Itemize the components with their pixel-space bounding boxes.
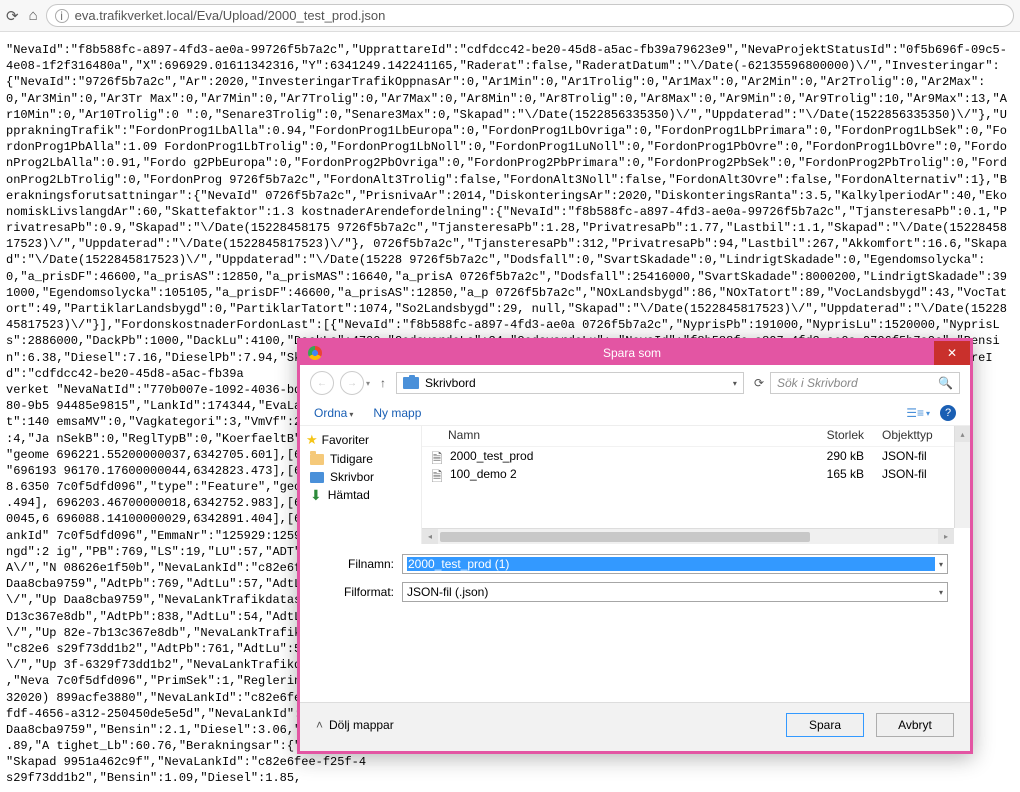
view-mode-button[interactable]: ☰≡ ▾ bbox=[906, 406, 930, 420]
site-info-icon[interactable]: i bbox=[55, 9, 69, 23]
browser-toolbar: ⟳ ⌂ i eva.trafikverket.local/Eva/Upload/… bbox=[0, 0, 1020, 32]
sidebar-item-recent[interactable]: Tidigare bbox=[300, 450, 421, 468]
download-icon: ⬇ bbox=[310, 490, 322, 501]
save-as-dialog: Spara som ✕ ← → ▾ ↑ Skrivbord ▾ ⟳ Sök i … bbox=[297, 338, 973, 754]
search-icon: 🔍 bbox=[938, 376, 953, 390]
file-icon: 🗎 bbox=[430, 448, 444, 464]
dialog-toolbar: Ordna▾ Ny mapp ☰≡ ▾ ? bbox=[300, 401, 970, 426]
desktop-icon bbox=[403, 377, 419, 389]
sidebar-item-downloads[interactable]: ⬇Hämtad bbox=[300, 486, 421, 504]
url-text: eva.trafikverket.local/Eva/Upload/2000_t… bbox=[75, 8, 386, 23]
close-button[interactable]: ✕ bbox=[934, 341, 970, 365]
nav-back-button[interactable]: ← bbox=[310, 371, 334, 395]
file-row[interactable]: 🗎 2000_test_prod 290 kB JSON-fil bbox=[422, 447, 970, 465]
file-icon: 🗎 bbox=[430, 466, 444, 482]
hide-folders-toggle[interactable]: ˄ Dölj mappar bbox=[316, 718, 394, 732]
dropdown-icon[interactable]: ▾ bbox=[939, 588, 943, 597]
reload-icon[interactable]: ⟳ bbox=[6, 7, 19, 25]
format-select[interactable]: JSON-fil (.json) ▾ bbox=[402, 582, 948, 602]
column-name[interactable]: Namn bbox=[448, 428, 772, 442]
organize-menu[interactable]: Ordna▾ bbox=[314, 406, 353, 420]
format-label: Filformat: bbox=[322, 585, 402, 599]
new-folder-button[interactable]: Ny mapp bbox=[373, 406, 421, 420]
folder-icon bbox=[310, 454, 324, 465]
column-type[interactable]: Objekttyp bbox=[882, 428, 962, 442]
dialog-titlebar: Spara som ✕ bbox=[300, 341, 970, 365]
dialog-search-input[interactable]: Sök i Skrivbord 🔍 bbox=[770, 372, 960, 394]
refresh-button[interactable]: ⟳ bbox=[754, 376, 764, 390]
home-icon[interactable]: ⌂ bbox=[29, 7, 38, 25]
nav-forward-button[interactable]: → bbox=[340, 371, 364, 395]
file-row[interactable]: 🗎 100_demo 2 165 kB JSON-fil bbox=[422, 465, 970, 483]
search-placeholder: Sök i Skrivbord bbox=[777, 376, 938, 390]
chevron-up-icon: ˄ bbox=[316, 718, 323, 732]
sidebar: ★Favoriter Tidigare Skrivbor ⬇Hämtad bbox=[300, 426, 422, 544]
dialog-title: Spara som bbox=[330, 346, 934, 360]
breadcrumb-dropdown-icon[interactable]: ▾ bbox=[733, 379, 737, 388]
column-size[interactable]: Storlek bbox=[772, 428, 882, 442]
sidebar-item-favorites[interactable]: ★Favoriter bbox=[300, 430, 421, 450]
url-bar[interactable]: i eva.trafikverket.local/Eva/Upload/2000… bbox=[46, 4, 1014, 27]
filename-label: Filnamn: bbox=[322, 557, 402, 571]
star-icon: ★ bbox=[306, 432, 318, 448]
filename-input[interactable]: 2000_test_prod (1) ▾ bbox=[402, 554, 948, 574]
chrome-icon bbox=[308, 346, 322, 360]
horizontal-scrollbar[interactable]: ◂▸ bbox=[422, 528, 954, 544]
breadcrumb-text: Skrivbord bbox=[425, 376, 476, 390]
nav-history-dropdown[interactable]: ▾ bbox=[366, 379, 370, 388]
dropdown-icon[interactable]: ▾ bbox=[939, 560, 943, 569]
vertical-scrollbar[interactable]: ▴ bbox=[954, 426, 970, 528]
help-button[interactable]: ? bbox=[940, 405, 956, 421]
breadcrumb-bar[interactable]: Skrivbord ▾ bbox=[396, 372, 744, 394]
cancel-button[interactable]: Avbryt bbox=[876, 713, 954, 737]
save-button[interactable]: Spara bbox=[786, 713, 864, 737]
nav-up-button[interactable]: ↑ bbox=[380, 376, 386, 390]
file-list: Namn Storlek Objekttyp 🗎 2000_test_prod … bbox=[422, 426, 970, 544]
sidebar-item-desktop[interactable]: Skrivbor bbox=[300, 468, 421, 486]
dialog-nav-row: ← → ▾ ↑ Skrivbord ▾ ⟳ Sök i Skrivbord 🔍 bbox=[300, 365, 970, 401]
desktop-icon bbox=[310, 472, 324, 483]
